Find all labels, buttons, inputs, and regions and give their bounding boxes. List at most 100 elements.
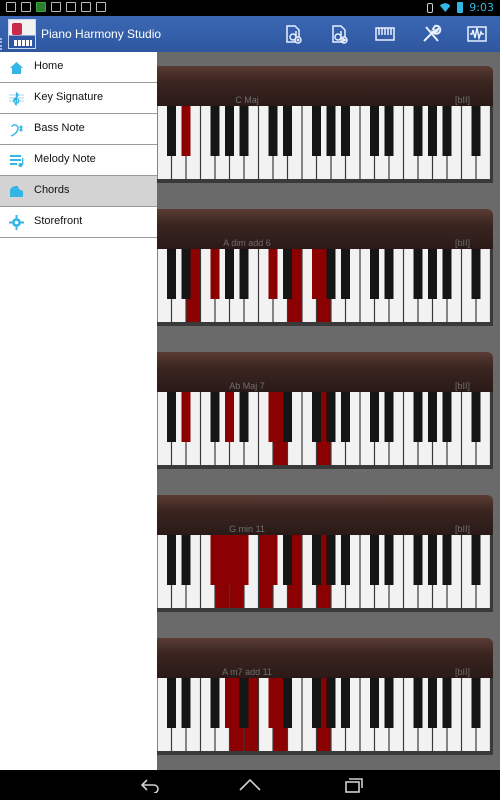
black-key[interactable] [370,392,379,442]
piano-keyboard[interactable] [157,106,493,183]
chord-card[interactable]: C Maj [bII] [157,52,500,183]
black-key[interactable] [413,678,423,728]
black-key[interactable] [413,392,423,442]
drawer-item-key-signature[interactable]: Key Signature [0,83,157,114]
music-add-icon[interactable] [280,22,306,46]
black-key[interactable] [428,249,437,299]
black-key[interactable] [442,249,452,299]
black-key-highlighted[interactable] [239,535,249,585]
black-key[interactable] [442,678,452,728]
black-key[interactable] [167,678,176,728]
black-key[interactable] [471,106,481,156]
keyboard-svg[interactable] [157,249,493,326]
black-key[interactable] [312,392,321,442]
black-key-highlighted[interactable] [225,392,234,442]
black-key[interactable] [167,249,176,299]
black-key[interactable] [442,106,452,156]
waveform-icon[interactable] [464,22,490,46]
black-key-highlighted[interactable] [268,535,278,585]
black-key[interactable] [225,106,234,156]
black-key[interactable] [471,249,481,299]
black-key[interactable] [428,392,437,442]
black-key[interactable] [312,535,321,585]
keyboard-svg[interactable] [157,106,493,183]
app-logo-icon[interactable] [8,19,36,49]
black-key-highlighted[interactable] [312,249,321,299]
black-key[interactable] [384,392,394,442]
black-key[interactable] [413,106,423,156]
chord-card[interactable]: Ab Maj 7 [bII] [157,338,500,469]
black-key[interactable] [283,678,292,728]
black-key-highlighted[interactable] [268,249,278,299]
black-key[interactable] [370,535,379,585]
black-key[interactable] [283,392,292,442]
black-key[interactable] [326,535,336,585]
piano-keyboard[interactable] [157,249,493,326]
keyboard-svg[interactable] [157,535,493,612]
black-key[interactable] [384,535,394,585]
black-key[interactable] [326,106,336,156]
black-key[interactable] [471,678,481,728]
drawer-item-chords[interactable]: Chords [0,176,157,207]
black-key-highlighted[interactable] [268,392,278,442]
black-key[interactable] [312,678,321,728]
black-key[interactable] [167,535,176,585]
drawer-item-home[interactable]: Home [0,52,157,83]
black-key[interactable] [370,678,379,728]
black-key[interactable] [326,392,336,442]
black-key-highlighted[interactable] [210,535,220,585]
black-key[interactable] [384,678,394,728]
keyboard-svg[interactable] [157,678,493,755]
black-key[interactable] [326,249,336,299]
keyboard-svg[interactable] [157,392,493,469]
black-key[interactable] [442,535,452,585]
piano-keyboard[interactable] [157,392,493,469]
black-key[interactable] [471,392,481,442]
black-key[interactable] [210,106,220,156]
black-key[interactable] [428,535,437,585]
black-key[interactable] [167,106,176,156]
chord-card[interactable]: A dim add 6 [bII] [157,195,500,326]
black-key[interactable] [370,106,379,156]
black-key[interactable] [341,249,350,299]
black-key[interactable] [326,678,336,728]
black-key[interactable] [167,392,176,442]
home-nav-icon[interactable] [238,776,262,794]
black-key-highlighted[interactable] [210,249,220,299]
black-key[interactable] [370,249,379,299]
black-key[interactable] [268,106,278,156]
black-key[interactable] [442,392,452,442]
keyboard-icon[interactable] [372,22,398,46]
black-key[interactable] [239,392,249,442]
piano-keyboard[interactable] [157,678,493,755]
black-key[interactable] [283,106,292,156]
black-key[interactable] [181,678,191,728]
black-key[interactable] [239,678,249,728]
chord-card[interactable]: G min 11 [bII] [157,481,500,612]
back-icon[interactable] [138,776,162,794]
black-key[interactable] [341,535,350,585]
black-key[interactable] [239,249,249,299]
music-play-icon[interactable] [326,22,352,46]
black-key[interactable] [181,535,191,585]
black-key[interactable] [413,249,423,299]
chord-list[interactable]: C Maj [bII] A dim add 6 [bII] Ab Maj 7 [bII] G… [157,52,500,770]
black-key[interactable] [413,535,423,585]
black-key[interactable] [283,535,292,585]
black-key[interactable] [181,249,191,299]
piano-keyboard[interactable] [157,535,493,612]
black-key-highlighted[interactable] [225,678,234,728]
black-key[interactable] [471,535,481,585]
black-key[interactable] [341,678,350,728]
drawer-indicator-icon[interactable] [0,38,4,50]
black-key[interactable] [428,106,437,156]
black-key[interactable] [428,678,437,728]
black-key[interactable] [210,678,220,728]
black-key[interactable] [225,249,234,299]
black-key[interactable] [239,106,249,156]
black-key[interactable] [341,392,350,442]
black-key[interactable] [384,249,394,299]
black-key[interactable] [210,392,220,442]
black-key-highlighted[interactable] [181,106,191,156]
black-key[interactable] [384,106,394,156]
